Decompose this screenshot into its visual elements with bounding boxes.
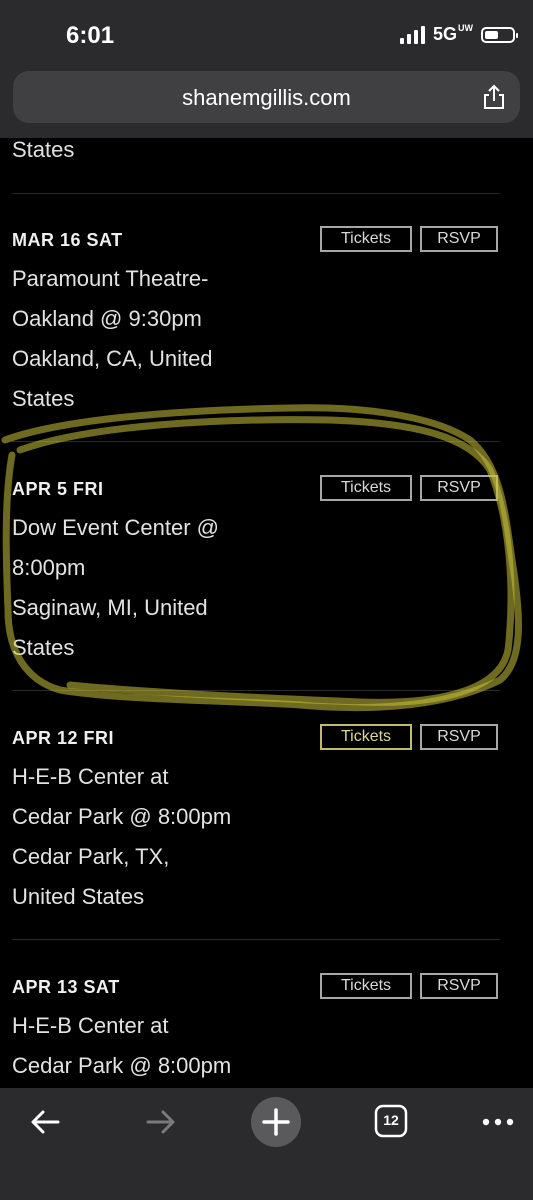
share-icon[interactable]: [480, 83, 508, 111]
network-label: 5G: [432, 24, 457, 44]
event-venue-line: Cedar Park @ 8:00pm: [12, 1053, 232, 1078]
tickets-button[interactable]: Tickets: [320, 973, 412, 999]
tabs-count-icon[interactable]: 12: [374, 1104, 408, 1138]
divider: [12, 690, 500, 691]
event-date: MAR 16 SAT: [12, 230, 123, 250]
back-arrow-icon[interactable]: [28, 1104, 64, 1140]
event-location-line: Saginaw, MI, United: [12, 595, 208, 620]
event-location-line: States: [12, 635, 75, 660]
tickets-button[interactable]: Tickets: [320, 226, 412, 252]
event-location-line: Cedar Park, TX,: [12, 844, 170, 869]
previous-event-location-tail: States: [12, 138, 75, 162]
event-venue-line: Dow Event Center @: [12, 515, 219, 540]
event-location-line: States: [12, 386, 75, 411]
forward-arrow-icon[interactable]: [142, 1104, 178, 1140]
event-venue-line: H-E-B Center at: [12, 764, 169, 789]
event-location-line: United States: [12, 884, 145, 909]
new-tab-plus-icon[interactable]: [250, 1096, 302, 1148]
event-venue-line: Cedar Park @ 8:00pm: [12, 804, 232, 829]
tour-dates-list: States MAR 16 SAT Tickets RSVP Paramount…: [0, 138, 533, 1088]
battery-icon: [481, 26, 518, 43]
network-sup: UW: [458, 23, 473, 33]
more-icon[interactable]: [478, 1104, 518, 1140]
tickets-button[interactable]: Tickets: [320, 724, 412, 750]
divider: [12, 939, 500, 940]
tabs-count: 12: [383, 1112, 399, 1128]
event-venue-line: Paramount Theatre-: [12, 266, 209, 291]
rsvp-button[interactable]: RSVP: [420, 973, 498, 999]
status-indicators: 5G UW: [399, 24, 518, 45]
rsvp-button[interactable]: RSVP: [420, 475, 498, 501]
event-location-line: Oakland, CA, United: [12, 346, 213, 371]
divider: [12, 441, 500, 442]
network-indicator: 5G UW: [433, 24, 473, 45]
event-date: APR 13 SAT: [12, 977, 120, 997]
browser-toolbar: 12: [0, 1088, 533, 1200]
signal-icon: [399, 25, 425, 44]
status-time: 6:01: [66, 22, 115, 49]
event-venue-line: 8:00pm: [12, 555, 86, 580]
rsvp-button[interactable]: RSVP: [420, 724, 498, 750]
event-date: APR 12 FRI: [12, 728, 115, 748]
event-date: APR 5 FRI: [12, 479, 104, 499]
event-venue-line: H-E-B Center at: [12, 1013, 169, 1038]
url-text[interactable]: shanemgillis.com: [13, 85, 520, 111]
divider: [12, 193, 500, 194]
event-venue-line: Oakland @ 9:30pm: [12, 306, 202, 331]
address-bar[interactable]: shanemgillis.com: [13, 71, 520, 123]
tickets-button[interactable]: Tickets: [320, 475, 412, 501]
rsvp-button[interactable]: RSVP: [420, 226, 498, 252]
browser-top-chrome: 6:01 5G UW shanemgillis.com: [0, 0, 533, 138]
